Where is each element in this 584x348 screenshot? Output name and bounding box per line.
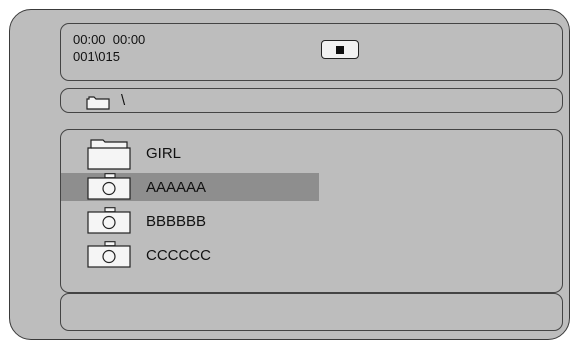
- stop-icon: [336, 46, 344, 54]
- playback-status-panel: 00:00 00:00 001\015: [60, 23, 563, 81]
- list-item-file-cccccc[interactable]: CCCCCC: [61, 241, 261, 269]
- list-item-file-bbbbbb[interactable]: BBBBBB: [61, 207, 261, 235]
- folder-icon: [86, 96, 110, 110]
- photo-file-icon: [87, 207, 131, 234]
- info-bar: [60, 293, 563, 331]
- list-item-label: BBBBBB: [146, 213, 207, 230]
- list-item-folder-girl[interactable]: GIRL: [61, 139, 261, 170]
- osd-screen: 00:00 00:00 001\015 \ GIRL AAAAAA BBBBBB…: [9, 9, 570, 340]
- list-item-label: CCCCCC: [146, 247, 211, 264]
- list-item-file-aaaaaa[interactable]: AAAAAA: [61, 173, 319, 201]
- photo-file-icon: [87, 241, 131, 268]
- file-list: GIRL AAAAAA BBBBBB CCCCCC: [60, 129, 563, 293]
- current-path: \: [121, 92, 126, 109]
- track-counter: 001\015: [73, 49, 120, 64]
- folder-icon: [87, 139, 131, 170]
- photo-file-icon: [87, 173, 131, 200]
- path-bar: \: [60, 88, 563, 113]
- playback-time: 00:00 00:00: [73, 32, 146, 47]
- stop-button[interactable]: [321, 40, 359, 59]
- list-item-label: GIRL: [146, 145, 182, 162]
- list-item-label: AAAAAA: [146, 179, 207, 196]
